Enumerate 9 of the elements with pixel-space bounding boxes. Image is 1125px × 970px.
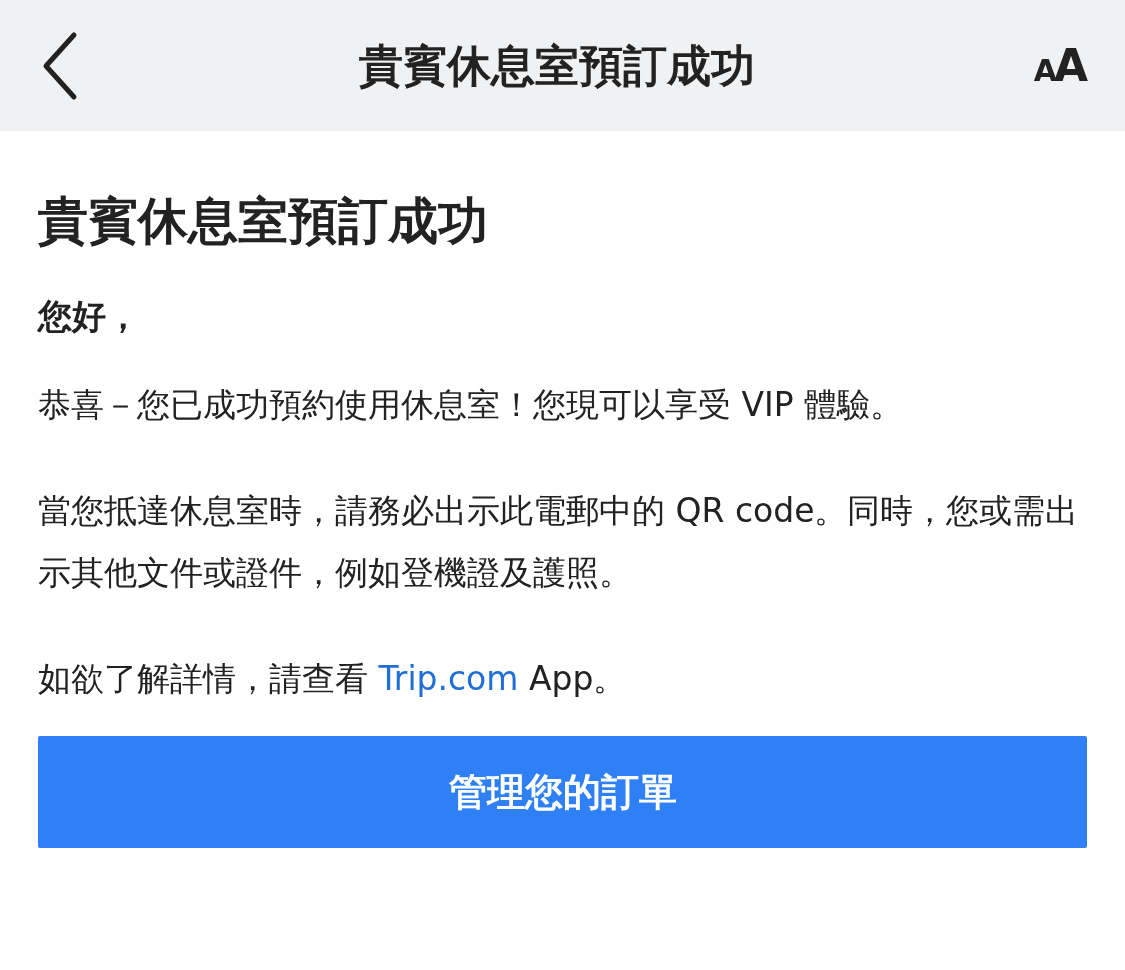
- app-link[interactable]: Trip.com: [378, 659, 519, 698]
- paragraph: 如欲了解詳情，請查看 Trip.com App。: [38, 658, 628, 700]
- paragraph: 當您抵達休息室時，請務必出示此電郵中的 QR code。同時，您或需出示其他文件或證件，例如登機證及護照。: [38, 490, 1080, 594]
- text-size-button[interactable]: AA: [1033, 43, 1085, 88]
- manage-order-button[interactable]: 管理您的訂單: [38, 736, 1087, 848]
- page-title: 貴賓休息室預訂成功: [358, 38, 755, 93]
- heading: 貴賓休息室預訂成功: [38, 191, 489, 251]
- paragraph: 恭喜－您已成功預約使用休息室！您現可以享受 VIP 體驗。: [38, 384, 905, 426]
- greeting-text: 您好，: [38, 295, 141, 338]
